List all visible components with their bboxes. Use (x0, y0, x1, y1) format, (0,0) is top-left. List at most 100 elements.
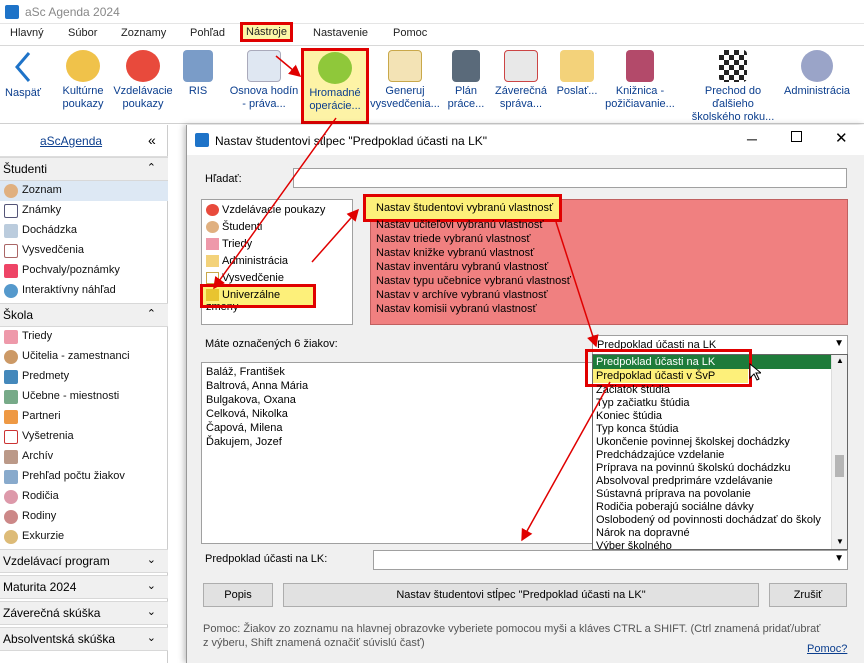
sidebar-item-rodicia[interactable]: Rodičia (0, 487, 168, 507)
section-zaverecna-skuska[interactable]: Záverečná skúška ⌄ (0, 601, 168, 625)
sidebar-item-ucebne[interactable]: Učebne - miestnosti (0, 387, 168, 407)
set-column-button[interactable]: Nastav študentovi stĺpec "Predpoklad úča… (283, 583, 759, 607)
list-item[interactable]: Bulgakova, Oxana (206, 394, 296, 406)
action-item[interactable]: Nastav v archíve vybranú vlastnosť (376, 289, 548, 301)
chevron-up-icon[interactable]: ▲ (836, 356, 844, 365)
sidebar-item-triedy[interactable]: Triedy (0, 327, 168, 347)
dropdown-option[interactable]: Predchádzajúce vzdelanie (596, 449, 724, 461)
back-button[interactable]: Naspäť (4, 50, 42, 100)
dropdown-option[interactable]: Oslobodený od povinnosti dochádzať do šk… (596, 514, 821, 526)
action-item[interactable]: Nastav študentovi vybranú vlastnosť (363, 194, 562, 222)
popis-button[interactable]: Popis (203, 583, 273, 607)
dropdown-option[interactable]: Typ začiatku štúdia (596, 397, 690, 409)
prechod-button[interactable]: Prechod do ďalšieho školského roku... (688, 50, 778, 124)
chevron-down-icon[interactable]: ▼ (836, 537, 844, 546)
sidebar-item-ucitelia[interactable]: Učitelia - zamestnanci (0, 347, 168, 367)
sidebar-item-zoznam[interactable]: Zoznam (0, 181, 168, 201)
list-item[interactable]: Čapová, Milena (206, 422, 282, 434)
section-absolventska-skuska[interactable]: Absolventská skúška ⌄ (0, 627, 168, 651)
action-item[interactable]: Nastav učiteľovi vybranú vlastnosť (376, 219, 544, 231)
section-studenti[interactable]: Študenti ⌃ (0, 157, 168, 181)
dropdown-option[interactable]: Príprava na povinnú školskú dochádzku (596, 462, 790, 474)
action-item[interactable]: Nastav inventáru vybranú vlastnosť (376, 261, 548, 273)
dropdown-option[interactable]: Typ konca štúdia (596, 423, 679, 435)
sidebar-item-vysvedcenia[interactable]: Vysvedčenia (0, 241, 168, 261)
category-univerzalne-zmeny[interactable]: Univerzálne zmeny (200, 284, 316, 313)
list-item[interactable]: Ďakujem, Jozef (206, 436, 282, 448)
vzdelavacie-poukazy-button[interactable]: Vzdelávacie poukazy (112, 50, 174, 111)
envelope-icon (206, 255, 219, 268)
section-vzdelavaci-program[interactable]: Vzdelávací program ⌄ (0, 549, 168, 573)
certificate-icon (4, 244, 18, 258)
sidebar-item-prehlad[interactable]: Prehľad počtu žiakov (0, 467, 168, 487)
plan-prace-button[interactable]: Plán práce... (446, 50, 486, 111)
poslat-button[interactable]: Poslať... (554, 50, 600, 98)
sidebar-item-pochvaly[interactable]: Pochvaly/poznámky (0, 261, 168, 281)
action-item[interactable]: Nastav knižke vybranú vlastnosť (376, 247, 534, 259)
action-list[interactable]: Nastav študentovi vybranú vlastnosť Nast… (363, 194, 848, 325)
category-triedy[interactable]: Triedy (206, 238, 252, 251)
sidebar-item-partneri[interactable]: Partneri (0, 407, 168, 427)
dropdown-option[interactable]: Začiatok štúdia (596, 384, 670, 396)
action-item[interactable]: Nastav typu učebnice vybranú vlastnosť (376, 275, 571, 287)
section-maturita[interactable]: Maturita 2024 ⌄ (0, 575, 168, 599)
minimize-icon[interactable]: ─ (747, 131, 757, 147)
brand-link[interactable]: aScAgenda (40, 134, 102, 148)
generuj-vysvedcenia-button[interactable]: Generuj vysvedčenia... (370, 50, 440, 111)
menu-hlavny[interactable]: Hlavný (10, 27, 44, 39)
administracia-button[interactable]: Administrácia (782, 50, 852, 98)
maximize-icon[interactable] (791, 131, 802, 142)
scrollbar-thumb[interactable] (835, 455, 844, 477)
dropdown-scrollbar[interactable]: ▲ ▼ (831, 355, 847, 549)
menu-nastroje[interactable]: Nástroje (240, 22, 293, 42)
dropdown-option[interactable]: Rodičia poberajú sociálne dávky (596, 501, 754, 513)
category-vzdelavacie-poukazy[interactable]: Vzdelávacie poukazy (206, 204, 325, 217)
sidebar-item-dochadzka[interactable]: Dochádzka (0, 221, 168, 241)
sidebar-item-rodiny[interactable]: Rodiny (0, 507, 168, 527)
action-item[interactable]: Nastav triede vybranú vlastnosť (376, 233, 531, 245)
dropdown-option[interactable]: Nárok na dopravné (596, 527, 690, 539)
list-item[interactable]: Celková, Nikolka (206, 408, 288, 420)
section-skola[interactable]: Škola ⌃ (0, 303, 168, 327)
kniznica-button[interactable]: Knižnica - požičiavanie... (604, 50, 676, 111)
menu-subor[interactable]: Súbor (68, 27, 97, 39)
cancel-button[interactable]: Zrušiť (769, 583, 847, 607)
category-studenti[interactable]: Študenti (206, 221, 262, 234)
chevron-down-icon[interactable]: ▼ (834, 553, 844, 564)
category-list[interactable]: Vzdelávacie poukazy Študenti Triedy Admi… (200, 199, 353, 325)
sidebar-item-predmety[interactable]: Predmety (0, 367, 168, 387)
dropdown-option[interactable]: Absolvoval predprimáre vzdelávanie (596, 475, 773, 487)
book-icon (4, 370, 18, 384)
student-list[interactable]: Baláž, František Baltrová, Anna Mária Bu… (201, 362, 593, 544)
search-input[interactable] (293, 168, 847, 188)
list-item[interactable]: Baltrová, Anna Mária (206, 380, 308, 392)
action-item[interactable]: Nastav komisii vybranú vlastnosť (376, 303, 537, 315)
menu-nastavenie[interactable]: Nastavenie (313, 27, 368, 39)
sidebar-item-exkurzie[interactable]: Exkurzie (0, 527, 168, 547)
sidebar-item-znamky[interactable]: Známky (0, 201, 168, 221)
menu-pomoc[interactable]: Pomoc (393, 27, 427, 39)
sidebar-item-archiv[interactable]: Archív (0, 447, 168, 467)
list-item[interactable]: Baláž, František (206, 366, 285, 378)
category-administracia[interactable]: Administrácia (206, 255, 288, 268)
sidebar-item-nahlad[interactable]: Interaktívny náhľad (0, 281, 168, 301)
osnova-hodin-button[interactable]: Osnova hodín - práva... (228, 50, 300, 111)
category-vysvedcenie[interactable]: Vysvedčenie (206, 272, 284, 285)
hromadne-operacie-button[interactable]: Hromadné operácie... (301, 48, 369, 124)
column-dropdown[interactable]: Predpoklad účasti na LK Predpoklad účast… (585, 349, 848, 550)
chevron-down-icon[interactable]: ▼ (834, 338, 844, 349)
ris-button[interactable]: RIS (180, 50, 216, 98)
field-select[interactable]: ▼ (373, 550, 848, 570)
sidebar-item-vysetrenia[interactable]: Vyšetrenia (0, 427, 168, 447)
menu-pohlad[interactable]: Pohľad (190, 27, 225, 39)
dropdown-option[interactable]: Ukončenie povinnej školskej dochádzky (596, 436, 790, 448)
dropdown-option[interactable]: Výber školného (596, 540, 672, 550)
zaverecna-sprava-button[interactable]: Záverečná správa... (492, 50, 550, 111)
help-link[interactable]: Pomoc? (807, 643, 847, 655)
collapse-sidebar-icon[interactable]: « (148, 132, 156, 148)
close-icon[interactable]: ✕ (835, 129, 848, 147)
dropdown-option[interactable]: Sústavná príprava na povolanie (596, 488, 751, 500)
menu-zoznamy[interactable]: Zoznamy (121, 27, 166, 39)
kulturne-poukazy-button[interactable]: Kultúrne poukazy (58, 50, 108, 111)
dropdown-option[interactable]: Koniec štúdia (596, 410, 662, 422)
